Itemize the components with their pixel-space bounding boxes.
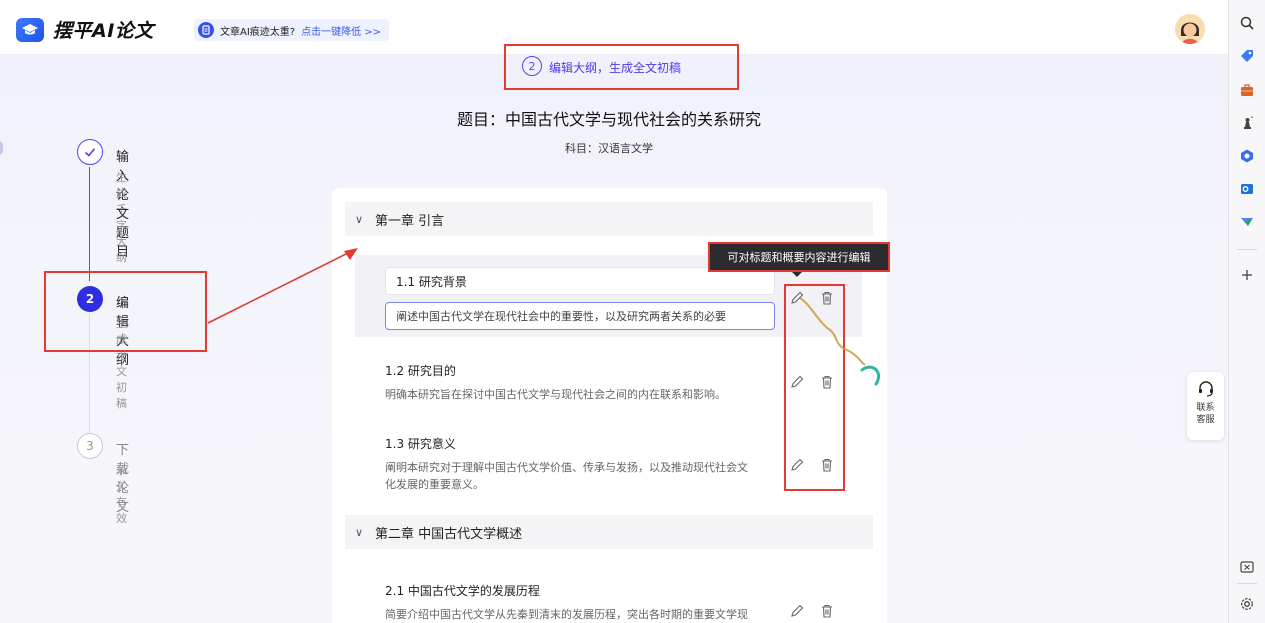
send-icon[interactable] xyxy=(1239,214,1255,230)
search-icon[interactable] xyxy=(1239,15,1255,31)
chapter-header[interactable]: ∨ 第二章 中国古代文学概述 xyxy=(345,515,873,549)
document-icon xyxy=(198,22,214,38)
headset-icon xyxy=(1198,381,1213,397)
copilot-icon[interactable] xyxy=(1239,148,1255,164)
section-item: 1.3 研究意义 阐明本研究对于理解中国古代文学价值、传承与发扬，以及推动现代社… xyxy=(385,435,785,493)
tag-icon[interactable] xyxy=(1239,48,1255,64)
callout-step-number: 2 xyxy=(522,56,542,76)
page-title: 题目：中国古代文学与现代社会的关系研究 xyxy=(456,110,761,129)
graduation-cap-icon xyxy=(16,17,44,42)
chess-icon[interactable] xyxy=(1239,115,1255,131)
screenshot-icon[interactable] xyxy=(1239,559,1255,575)
step-connector-done xyxy=(89,167,90,281)
edit-icon[interactable] xyxy=(789,603,805,619)
briefcase-icon[interactable] xyxy=(1239,82,1255,98)
brand-logo[interactable]: 摆平AI论文 xyxy=(16,16,154,43)
settings-icon[interactable] xyxy=(1239,596,1255,612)
check-icon xyxy=(77,139,103,165)
support-label: 联系客服 xyxy=(1196,403,1215,425)
chapter-title: 第二章 中国古代文学概述 xyxy=(375,526,523,542)
sidebar-divider xyxy=(1237,583,1257,584)
chevron-down-icon[interactable]: ∨ xyxy=(355,526,369,539)
step-1-subtitle: 生成千字大纲 xyxy=(116,171,127,264)
section-item: 1.2 研究目的 明确本研究旨在探讨中国古代文学与现代社会之间的内在联系和影响。 xyxy=(385,362,785,403)
app-window: 摆平AI论文 文章AI痕迹太重? 点击一键降低 >> 2 编辑大纲，生成全文初稿… xyxy=(0,0,1228,623)
section-title: 1.3 研究意义 xyxy=(385,437,456,451)
user-avatar[interactable] xyxy=(1175,14,1205,44)
customer-service-button[interactable]: 联系客服 xyxy=(1187,372,1224,440)
step-2-highlight-box xyxy=(44,271,207,352)
left-edge-handle xyxy=(0,141,3,155)
chevron-down-icon[interactable]: ∨ xyxy=(355,213,369,226)
step-3-subtitle: 永久有效 xyxy=(116,464,127,525)
ai-trace-notice[interactable]: 文章AI痕迹太重? 点击一键降低 >> xyxy=(194,19,390,41)
chapter-header[interactable]: ∨ 第一章 引言 xyxy=(345,202,873,236)
actions-highlight-box xyxy=(784,284,845,491)
outlook-icon[interactable] xyxy=(1239,181,1255,197)
callout-step-text: 编辑大纲，生成全文初稿 xyxy=(549,61,682,75)
section-title: 2.1 中国古代文学的发展历程 xyxy=(385,584,540,598)
section-title: 1.2 研究目的 xyxy=(385,364,456,378)
section-summary: 明确本研究旨在探讨中国古代文学与现代社会之间的内在联系和影响。 xyxy=(385,388,726,401)
edit-tooltip: 可对标题和概要内容进行编辑 xyxy=(708,242,890,272)
tooltip-arrow xyxy=(792,272,802,277)
subject-label: 科目：汉语言文学 xyxy=(565,142,653,155)
sidebar-divider xyxy=(1237,249,1257,250)
delete-icon[interactable] xyxy=(819,603,835,619)
section-summary: 简要介绍中国古代文学从先秦到清末的发展历程，突出各时期的重要文学现 xyxy=(385,608,748,621)
plus-icon[interactable] xyxy=(1239,267,1255,283)
step-3-number: 3 xyxy=(77,433,103,459)
notice-text: 文章AI痕迹太重? xyxy=(220,26,296,38)
section-summary: 阐明本研究对于理解中国古代文学价值、传承与发扬，以及推动现代社会文 化发展的重要… xyxy=(385,459,785,493)
section-summary-line: 化发展的重要意义。 xyxy=(385,478,484,491)
brand-name: 摆平AI论文 xyxy=(53,20,154,42)
chapter-title: 第一章 引言 xyxy=(375,213,445,229)
section-summary-line: 阐明本研究对于理解中国古代文学价值、传承与发扬，以及推动现代社会文 xyxy=(385,461,748,474)
section-item: 2.1 中国古代文学的发展历程 简要介绍中国古代文学从先秦到清末的发展历程，突出… xyxy=(385,582,785,623)
browser-sidebar xyxy=(1228,0,1265,623)
section-summary-input[interactable]: 阐述中国古代文学在现代社会中的重要性，以及研究两者关系的必要 xyxy=(385,302,775,330)
reduce-ai-link[interactable]: 点击一键降低 >> xyxy=(301,23,381,38)
